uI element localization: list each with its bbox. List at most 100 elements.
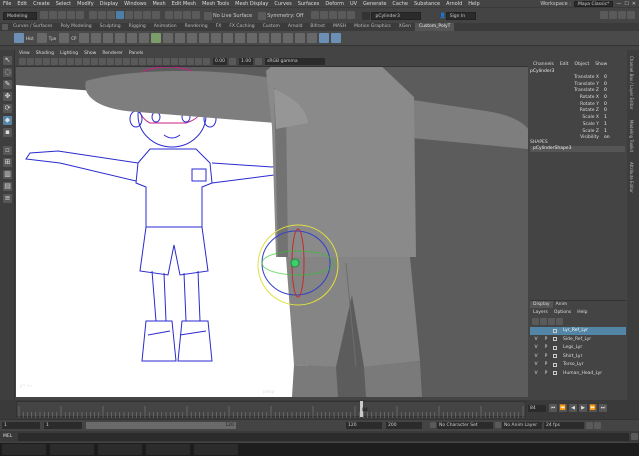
shelf-settings-icon[interactable] [2,24,8,30]
last-tool-icon[interactable]: ▪ [3,128,12,137]
select-component-icon[interactable] [107,11,115,19]
render-current-icon[interactable] [320,11,329,19]
command-input[interactable] [18,432,630,441]
channel-row-scale-x[interactable]: Scale X1 [530,115,625,122]
layer-playback-toggle[interactable]: P [543,345,549,350]
go-to-end-icon[interactable]: ⏭ [599,404,607,412]
menu-mesh[interactable]: Mesh [149,0,168,8]
select-tool-icon[interactable]: ↖ [3,56,12,65]
play-backwards-icon[interactable]: ◀ [569,404,577,412]
menu-deform[interactable]: Deform [322,0,347,8]
custom-shelf-icon-1[interactable] [319,33,330,43]
fill-hole-icon[interactable] [223,33,234,43]
mask-dynamics-icon[interactable] [152,11,160,19]
side-tab-channel-box[interactable]: Channel Box / Layer Editor [629,56,634,109]
select-camera-icon[interactable] [19,58,26,65]
isolate-select-icon[interactable] [171,58,178,65]
layer-row-shirt-lyr[interactable]: V P Shirt_Lyr [530,353,626,361]
mel-label[interactable]: MEL [3,434,12,439]
symmetry-label[interactable]: Symmetry: Off [267,13,303,19]
shelf-tab-rigging[interactable]: Rigging [125,23,150,31]
field-chart-icon[interactable] [83,58,90,65]
shelf-tab-curves-surfaces[interactable]: Curves / Surfaces [9,23,57,31]
exposure-field[interactable]: 0.00 [213,58,228,65]
separate-icon[interactable] [163,33,174,43]
ipr-render-icon[interactable] [329,11,338,19]
modeling-toolkit-icon[interactable] [600,11,608,19]
safe-action-icon[interactable] [91,58,98,65]
channel-box-icon[interactable] [627,11,635,19]
shelf-tab-fx[interactable]: FX [212,23,226,31]
range-slider[interactable]: 120 [86,421,236,429]
layer-playback-toggle[interactable]: P [543,362,549,367]
viewport-menu-renderer[interactable]: Renderer [99,50,126,57]
shelf-tab-animation[interactable]: Animation [150,23,181,31]
shelf-tab-bifrost[interactable]: Bifrost [306,23,329,31]
channel-row-rotate-z[interactable]: Rotate Z0 [530,108,625,115]
menu-surfaces[interactable]: Surfaces [295,0,323,8]
layer-row-torso-lyr[interactable]: V P Torso_Lyr [530,361,626,369]
menu-help[interactable]: Help [465,0,482,8]
menu-options[interactable]: Options [551,309,574,316]
go-to-start-icon[interactable]: ⏮ [549,404,557,412]
new-empty-layer-icon[interactable] [548,317,555,325]
taskbar-item-4[interactable] [146,444,190,455]
use-all-lights-icon[interactable] [131,58,138,65]
save-scene-icon[interactable] [58,11,66,19]
shelf-tab-custom-polyt[interactable]: Custom_PolyT [414,23,455,31]
exposure-icon[interactable] [203,58,210,65]
channel-box-object-name[interactable]: pCylinder3 [530,69,625,74]
maximize-icon[interactable]: ☐ [624,1,628,7]
range-start-field[interactable]: 1 [2,421,40,429]
shelf-tab-poly-modeling[interactable]: Poly Modeling [57,23,96,31]
view-transform-select[interactable]: sRGB gamma [265,58,326,65]
attribute-editor-icon[interactable] [609,11,617,19]
step-back-key-icon[interactable]: ⏪ [559,404,567,412]
shelf-tab-rendering[interactable]: Rendering [181,23,212,31]
textured-icon[interactable] [123,58,130,65]
object-name-field[interactable]: pCylinder3 [371,12,422,20]
tool-settings-icon[interactable] [618,11,626,19]
poly-sphere-icon[interactable] [79,33,90,43]
shadows-icon[interactable] [139,58,146,65]
current-frame-field[interactable]: 84 [528,404,546,412]
menu-uv[interactable]: UV [347,0,360,8]
poly-cube-icon[interactable] [91,33,102,43]
shelf-tab-mash[interactable]: MASH [329,23,350,31]
anim-layer-select[interactable]: No Anim Layer [502,421,542,429]
anti-aliasing-icon[interactable] [163,58,170,65]
outliner-icon[interactable]: ≡ [3,194,12,203]
wireframe-on-shaded-icon[interactable] [115,58,122,65]
rotate-tool-icon[interactable]: ⟳ [3,104,12,113]
taskbar-item-5[interactable] [194,444,238,455]
move-layer-up-icon[interactable] [532,317,539,325]
gamma-field[interactable]: 1.00 [239,58,254,65]
channel-row-scale-z[interactable]: Scale Z1 [530,129,625,136]
snap-view-icon[interactable] [192,11,200,19]
poly-torus-icon[interactable] [127,33,138,43]
smooth-icon[interactable] [271,33,282,43]
taskbar-item-3[interactable] [98,444,142,455]
wireframe-icon[interactable] [99,58,106,65]
shelf-tab-arnold[interactable]: Arnold [284,23,307,31]
layer-visibility-toggle[interactable]: V [533,371,539,376]
close-icon[interactable]: ✕ [632,1,636,7]
menu-curves[interactable]: Curves [271,0,294,8]
menu-cache[interactable]: Cache [389,0,411,8]
film-gate-icon[interactable] [59,58,66,65]
bridge-icon[interactable] [199,33,210,43]
select-object-icon[interactable] [98,11,106,19]
minimize-icon[interactable]: — [616,1,621,7]
render-settings-icon[interactable] [338,11,347,19]
layer-row-human-head-lyr[interactable]: V P Human_Head_Lyr [530,370,626,378]
menu-file[interactable]: File [0,0,14,8]
script-editor-icon[interactable] [631,433,638,440]
shelf-tab-motion-graphics[interactable]: Motion Graphics [350,23,395,31]
side-tab-attribute-editor[interactable]: Attribute Editor [629,162,634,193]
shelf-tab-custom[interactable]: Custom [259,23,284,31]
redo-icon[interactable] [76,11,84,19]
snap-point-icon[interactable] [183,11,191,19]
time-slider[interactable] [16,401,526,418]
layer-visibility-toggle[interactable]: V [533,345,539,350]
lasso-tool-icon[interactable]: ◌ [3,68,12,77]
